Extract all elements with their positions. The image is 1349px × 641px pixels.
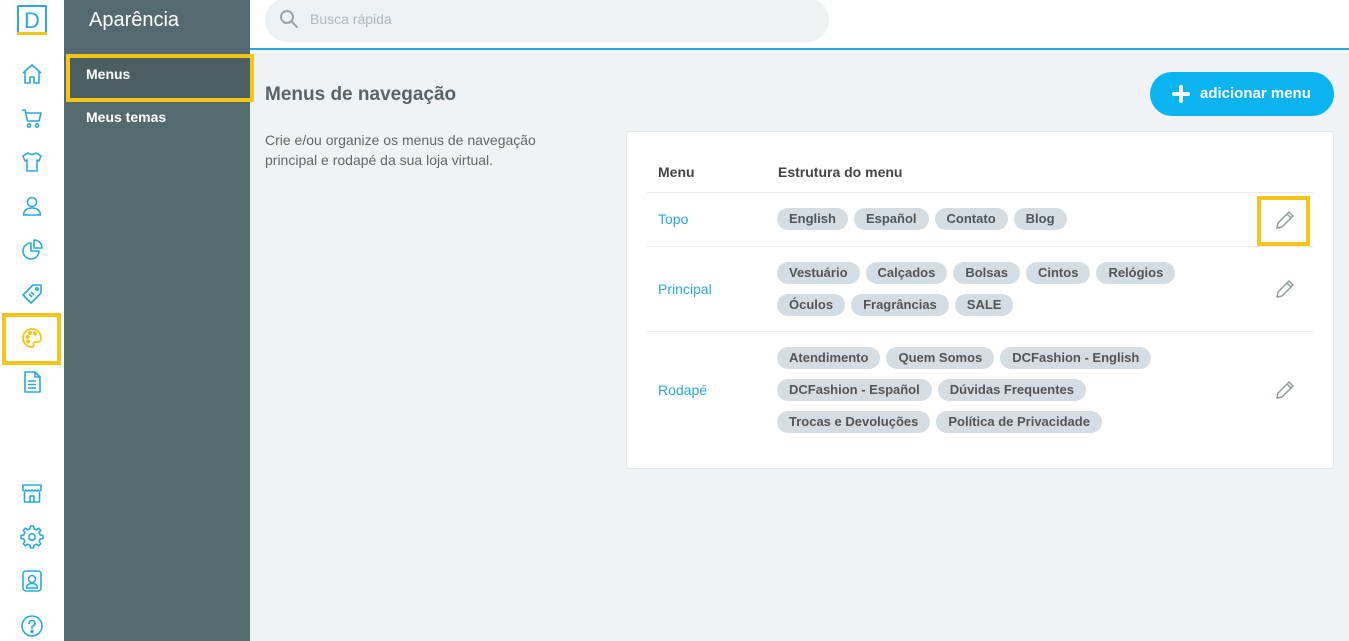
appearance-sidebar: Aparência Menus Meus temas [64, 0, 254, 641]
menu-name-principal[interactable]: Principal [658, 281, 712, 297]
menu-name-rodape[interactable]: Rodapé [658, 382, 707, 398]
sidebar-item-menus[interactable]: Menus [86, 66, 130, 82]
add-menu-button[interactable]: adicionar menu [1150, 72, 1334, 116]
search-input[interactable] [310, 0, 810, 40]
top-bar [250, 0, 1349, 50]
sidebar-item-meus-temas[interactable]: Meus temas [86, 109, 166, 125]
column-header-structure: Estrutura do menu [778, 164, 903, 180]
menu-structure-principal: Vestuário Calçados Bolsas Cintos Relógio… [777, 262, 1237, 316]
divider [647, 246, 1313, 247]
add-menu-label: adicionar menu [1200, 85, 1311, 102]
store-icon[interactable] [20, 481, 44, 505]
help-icon[interactable] [20, 614, 44, 638]
tag-icon[interactable] [20, 282, 44, 306]
chart-pie-icon[interactable] [20, 238, 44, 262]
page-title: Menus de navegação [265, 84, 457, 105]
menu-item-tag: Quem Somos [886, 347, 995, 369]
menu-item-tag: DCFashion - English [1000, 347, 1152, 369]
user-icon[interactable] [20, 194, 44, 218]
divider [647, 331, 1313, 332]
menu-item-tag: Fragrâncias [851, 294, 949, 316]
menu-item-tag: Atendimento [777, 347, 881, 369]
menu-structure-rodape: Atendimento Quem Somos DCFashion - Engli… [777, 347, 1237, 433]
pencil-icon [1276, 280, 1294, 298]
menu-structure-topo: English Español Contato Blog [777, 208, 1237, 230]
menu-item-tag: Vestuário [777, 262, 860, 284]
icon-rail: D [0, 0, 64, 641]
active-rail-highlight [2, 313, 61, 365]
edit-topo-highlight [1257, 196, 1310, 246]
menu-item-tag: English [777, 208, 848, 230]
search-box [265, 0, 829, 42]
menu-item-tag: Calçados [865, 262, 948, 284]
divider [647, 192, 1313, 193]
menu-item-tag: Dúvidas Frequentes [937, 379, 1086, 401]
menu-item-tag: DCFashion - Español [777, 379, 932, 401]
menu-item-tag: Relógios [1096, 262, 1176, 284]
column-header-menu: Menu [658, 164, 695, 180]
edit-menu-rodape-button[interactable] [1274, 379, 1296, 401]
menu-item-tag: Contato [934, 208, 1008, 230]
menu-item-tag: Óculos [777, 294, 846, 316]
gear-icon[interactable] [20, 525, 44, 549]
logo-letter: D [24, 8, 40, 33]
pencil-icon [1276, 381, 1294, 399]
search-icon [280, 10, 298, 28]
plus-icon [1172, 85, 1190, 103]
cart-icon[interactable] [20, 106, 44, 130]
profile-icon[interactable] [20, 569, 44, 593]
sidebar-title: Aparência [89, 9, 180, 31]
page-description: Crie e/ou organize os menus de navegação… [265, 132, 536, 168]
menu-name-topo[interactable]: Topo [658, 211, 688, 227]
menu-item-tag: Bolsas [953, 262, 1020, 284]
menu-item-tag: Trocas e Devoluções [777, 411, 931, 433]
document-icon[interactable] [20, 370, 44, 394]
menus-table: Menu Estrutura do menu Topo English Espa… [626, 131, 1334, 469]
menu-item-tag: SALE [954, 294, 1014, 316]
edit-menu-principal-button[interactable] [1274, 278, 1296, 300]
shirt-icon[interactable] [20, 150, 44, 174]
menu-item-tag: Política de Privacidade [936, 411, 1102, 433]
logo[interactable]: D [17, 5, 47, 35]
menu-item-tag: Cintos [1025, 262, 1091, 284]
menu-item-tag: Blog [1013, 208, 1067, 230]
home-icon[interactable] [20, 62, 44, 86]
menu-item-tag: Español [853, 208, 929, 230]
